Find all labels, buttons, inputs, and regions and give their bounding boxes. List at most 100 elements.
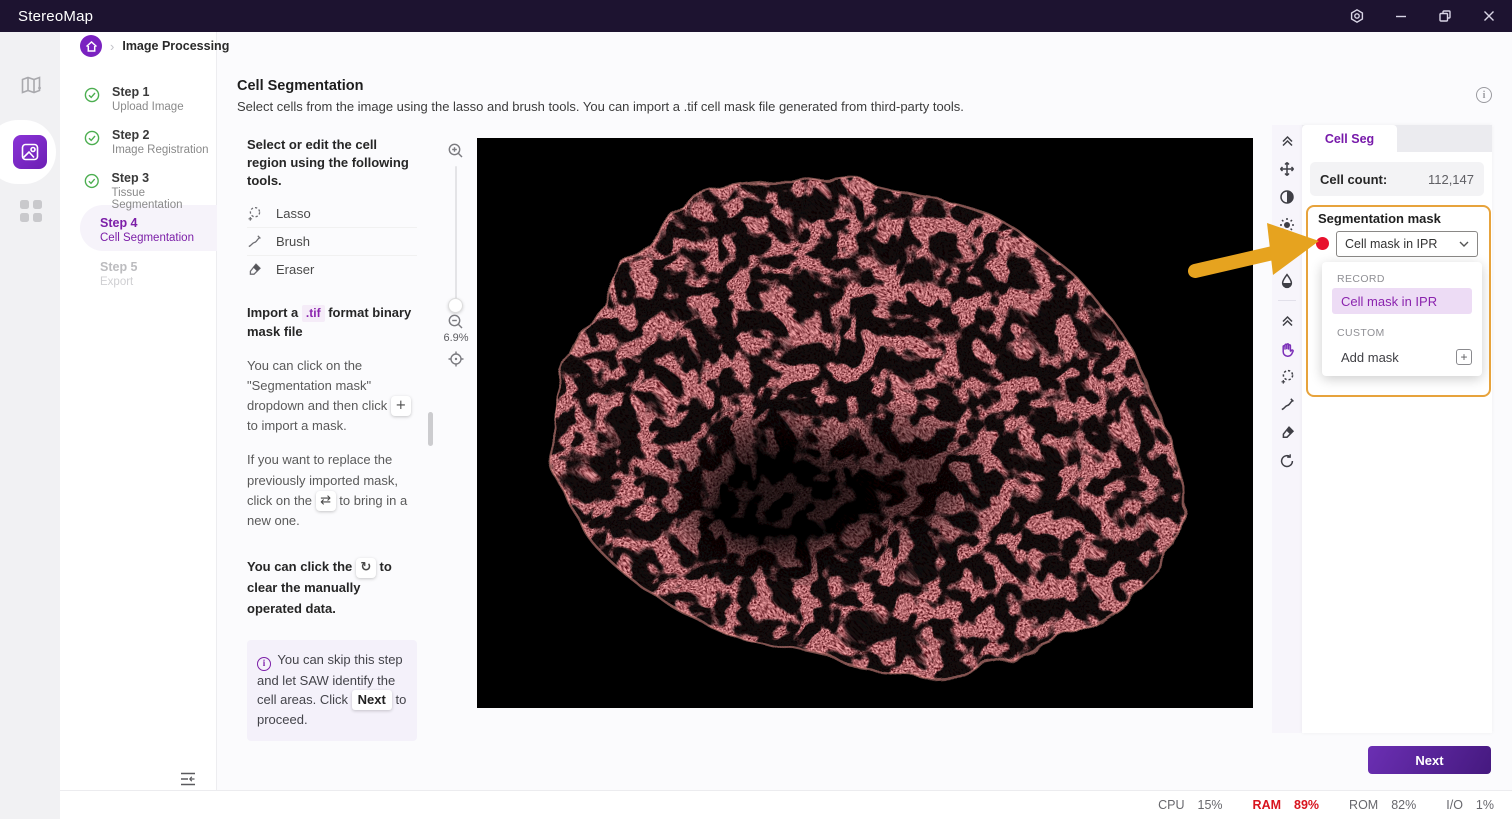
add-mask-label: Add mask [1341, 350, 1399, 365]
map-icon[interactable] [18, 72, 44, 98]
step-sublabel: Tissue Segmentation [111, 187, 183, 212]
brush-icon[interactable] [1279, 396, 1296, 413]
step-3-tissue-segmentation[interactable]: Step 3 Tissue Segmentation [84, 171, 216, 211]
page-title: Cell Segmentation [237, 78, 364, 94]
saturation-drop-icon[interactable] [1279, 272, 1296, 289]
tool-label: Brush [276, 233, 310, 249]
rom-stat: ROM 82% [1349, 798, 1417, 812]
tool-label: Lasso [276, 205, 311, 221]
chevron-down-icon [1459, 241, 1469, 247]
tool-label: Eraser [276, 262, 315, 278]
breadcrumb-current: Image Processing [122, 39, 230, 53]
zoom-level: 6.9% [443, 332, 469, 344]
check-icon [84, 130, 100, 146]
cell-count-row: Cell count: 112,147 [1310, 162, 1484, 196]
left-nav-rail [0, 32, 60, 819]
tool-instructions-panel: Select or edit the cell region using the… [247, 136, 417, 742]
mask-color-swatch[interactable] [1316, 237, 1329, 250]
app-title: StereoMap [18, 7, 94, 25]
panel-scrollbar-thumb[interactable] [428, 412, 433, 446]
step-label: Step 3 [111, 171, 150, 185]
info-icon[interactable]: i [1476, 87, 1492, 103]
menu-item-cell-mask-in-ipr[interactable]: Cell mask in IPR [1332, 288, 1472, 314]
step-label: Step 2 [112, 128, 150, 142]
brush-tool-row[interactable]: Brush [247, 228, 417, 256]
chevron-right-icon: › [110, 38, 115, 54]
instruction-paragraph-1: You can click on the "Segmentation mask"… [247, 356, 417, 437]
brightness-icon[interactable] [1279, 216, 1296, 233]
add-mask-row[interactable]: Add mask + [1322, 348, 1482, 370]
step-label: Step 4 [100, 216, 138, 230]
zoom-slider-handle[interactable] [448, 298, 463, 313]
ram-stat: RAM 89% [1252, 798, 1320, 812]
eraser-icon [249, 263, 261, 276]
step-2-image-registration[interactable]: Step 2 Image Registration [84, 128, 209, 156]
zoom-out-icon[interactable] [447, 313, 465, 331]
cell-count-label: Cell count: [1320, 171, 1388, 187]
gear-icon[interactable] [1346, 5, 1368, 27]
image-canvas[interactable] [477, 138, 1253, 708]
eraser-icon[interactable] [1279, 424, 1296, 441]
stereomap-window: StereoMap Step 1 Upload Image Step 2 Ima… [0, 0, 1512, 819]
adjust-move-icon[interactable] [1279, 160, 1296, 177]
lasso-tool-row[interactable]: Lasso [247, 200, 417, 228]
segmentation-mask-dropdown[interactable]: Cell mask in IPR [1336, 231, 1478, 257]
pan-hand-icon[interactable] [1279, 340, 1296, 357]
next-button[interactable]: Next [1368, 746, 1491, 774]
minimize-icon[interactable] [1390, 5, 1412, 27]
image-icon[interactable] [13, 135, 47, 169]
contrast-icon[interactable] [1279, 188, 1296, 205]
collapse-up-icon[interactable] [1279, 312, 1296, 329]
tab-cell-seg[interactable]: Cell Seg [1302, 125, 1397, 152]
restore-icon[interactable] [1434, 5, 1456, 27]
tissue-cell-mask-image [550, 180, 1182, 672]
import-heading: Import a .tif format binary mask file [247, 304, 412, 339]
page-description: Select cells from the image using the la… [237, 99, 964, 114]
cell-seg-panel: Cell Seg Cell count: 112,147 Segmentatio… [1302, 125, 1492, 733]
breadcrumb: › Image Processing [80, 35, 229, 57]
cell-count-value: 112,147 [1427, 171, 1474, 187]
zoom-in-icon[interactable] [447, 142, 465, 160]
tools-heading: Select or edit the cell region using the… [247, 137, 409, 188]
viewer-toolbar [1272, 125, 1302, 733]
step-sublabel: Cell Segmentation [100, 232, 194, 245]
close-icon[interactable] [1478, 5, 1500, 27]
swap-arrows-icon: ⇄ [315, 491, 336, 512]
step-5-export: Step 5 Export [100, 260, 138, 288]
lasso-icon[interactable] [1279, 368, 1296, 385]
levels-grid-icon[interactable] [1279, 244, 1296, 261]
info-icon: i [257, 656, 271, 671]
eraser-tool-row[interactable]: Eraser [247, 256, 417, 284]
io-stat: I/O 1% [1446, 798, 1494, 812]
next-keyword-badge: Next [351, 690, 392, 710]
window-controls [1346, 0, 1500, 32]
lasso-icon [248, 206, 261, 221]
instruction-paragraph-3: You can click the ↻ to clear the manuall… [247, 558, 392, 617]
plus-icon: + [390, 396, 411, 417]
fit-view-icon[interactable] [447, 350, 465, 368]
step-sublabel: Image Registration [112, 144, 209, 157]
zoom-slider-track[interactable] [455, 166, 457, 302]
step-4-cell-segmentation[interactable]: Step 4 Cell Segmentation [100, 216, 194, 244]
custom-caption: CUSTOM [1337, 327, 1385, 339]
reset-rotate-icon: ↻ [355, 558, 376, 579]
add-mask-plus-icon[interactable]: + [1456, 349, 1472, 365]
collapse-up-icon[interactable] [1279, 132, 1296, 149]
segmentation-mask-menu: RECORD Cell mask in IPR CUSTOM Add mask … [1322, 262, 1482, 376]
status-bar: CPU 15% RAM 89% ROM 82% I/O 1% [60, 790, 1512, 819]
steps-panel: Step 1 Upload Image Step 2 Image Registr… [60, 32, 217, 790]
tif-badge: .tif [301, 304, 325, 323]
panel-tabbar: Cell Seg [1302, 125, 1492, 152]
step-sublabel: Upload Image [112, 101, 184, 114]
apps-grid-icon[interactable] [18, 198, 44, 224]
step-1-upload-image[interactable]: Step 1 Upload Image [84, 85, 184, 113]
cpu-stat: CPU 15% [1158, 798, 1223, 812]
segmentation-mask-label: Segmentation mask [1318, 211, 1441, 226]
reset-rotate-icon[interactable] [1279, 452, 1296, 469]
tool-list: Lasso Brush Eraser [247, 200, 417, 284]
check-icon [84, 173, 99, 189]
dropdown-value: Cell mask in IPR [1345, 237, 1438, 251]
home-icon[interactable] [80, 35, 102, 57]
toolbar-divider [1278, 300, 1296, 301]
collapse-panel-icon[interactable] [178, 770, 198, 788]
